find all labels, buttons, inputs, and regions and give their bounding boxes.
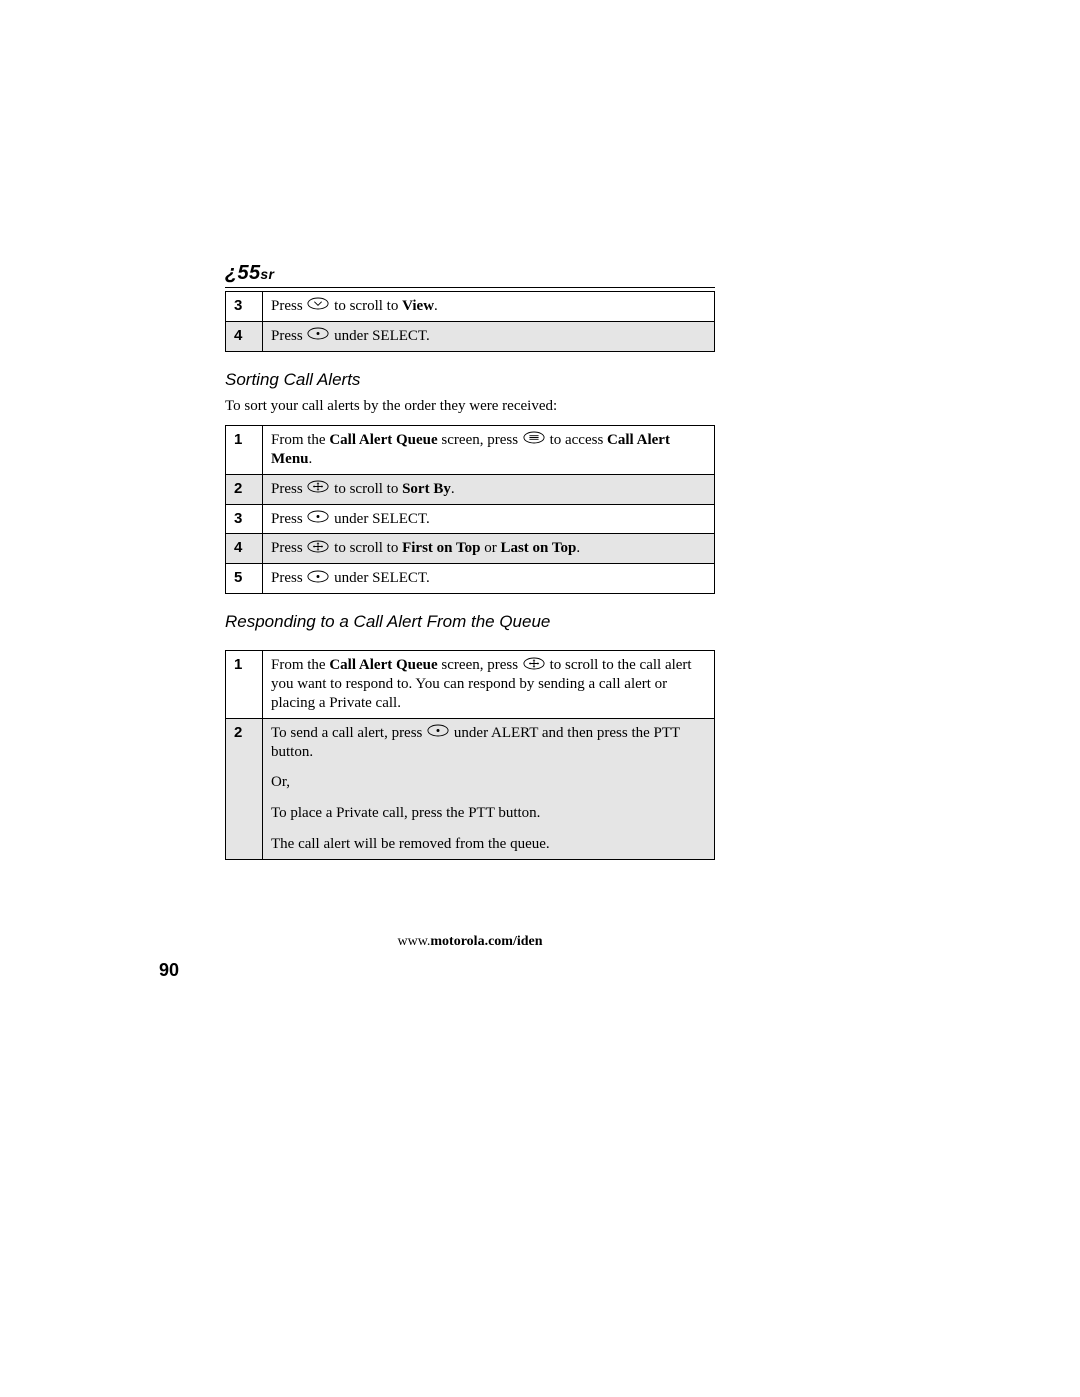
step-text: To send a call alert, press under ALERT … <box>263 718 715 859</box>
step-text: From the Call Alert Queue screen, press … <box>263 425 715 474</box>
table-row: 3 Press under SELECT. <box>226 504 715 534</box>
soft-dot-icon <box>307 570 329 589</box>
step-text: Press under SELECT. <box>263 504 715 534</box>
nav-down-icon <box>307 297 329 316</box>
table-row: 4 Press under SELECT. <box>226 321 715 351</box>
product-logo: ¿55sr <box>225 262 715 285</box>
soft-dot-icon <box>307 327 329 346</box>
table-row: 2 To send a call alert, press under ALER… <box>226 718 715 859</box>
section-heading: Sorting Call Alerts <box>225 370 715 390</box>
nav-4way-icon <box>307 540 329 559</box>
steps-table-responding: 1 From the Call Alert Queue screen, pres… <box>225 650 715 859</box>
step-text: Press to scroll to Sort By. <box>263 474 715 504</box>
steps-table-continued: 3 Press to scroll to View. 4 Press under… <box>225 291 715 352</box>
step-text: Press under SELECT. <box>263 564 715 594</box>
steps-table-sorting: 1 From the Call Alert Queue screen, pres… <box>225 425 715 594</box>
table-row: 3 Press to scroll to View. <box>226 292 715 322</box>
step-number: 3 <box>226 504 263 534</box>
table-row: 1 From the Call Alert Queue screen, pres… <box>226 425 715 474</box>
footer-url-prefix: www. <box>397 934 430 949</box>
table-row: 4 Press to scroll to First on Top or Las… <box>226 534 715 564</box>
menu-key-icon <box>523 431 545 450</box>
nav-4way-icon <box>523 657 545 676</box>
footer-url: www.motorola.com/iden <box>225 934 715 950</box>
step-text: Press under SELECT. <box>263 321 715 351</box>
logo-main: 55 <box>238 262 261 284</box>
table-row: 1 From the Call Alert Queue screen, pres… <box>226 651 715 718</box>
header-rule <box>225 287 715 288</box>
step-number: 1 <box>226 425 263 474</box>
section-intro: To sort your call alerts by the order th… <box>225 398 715 415</box>
step-number: 4 <box>226 321 263 351</box>
step-text: From the Call Alert Queue screen, press … <box>263 651 715 718</box>
step-number: 1 <box>226 651 263 718</box>
step-number: 2 <box>226 718 263 859</box>
logo-suffix: sr <box>260 266 274 282</box>
step-number: 3 <box>226 292 263 322</box>
section-heading: Responding to a Call Alert From the Queu… <box>225 612 715 632</box>
step-number: 5 <box>226 564 263 594</box>
page-content: ¿55sr 3 Press to scroll to View. 4 Press… <box>225 262 715 876</box>
soft-dot-icon <box>307 510 329 529</box>
logo-italic-i: ¿ <box>225 262 238 284</box>
table-row: 2 Press to scroll to Sort By. <box>226 474 715 504</box>
soft-dot-icon <box>427 724 449 743</box>
step-number: 4 <box>226 534 263 564</box>
footer-url-bold: motorola.com/iden <box>430 934 542 949</box>
page-number: 90 <box>159 960 179 981</box>
nav-4way-icon <box>307 480 329 499</box>
step-text: Press to scroll to View. <box>263 292 715 322</box>
table-row: 5 Press under SELECT. <box>226 564 715 594</box>
step-number: 2 <box>226 474 263 504</box>
step-text: Press to scroll to First on Top or Last … <box>263 534 715 564</box>
